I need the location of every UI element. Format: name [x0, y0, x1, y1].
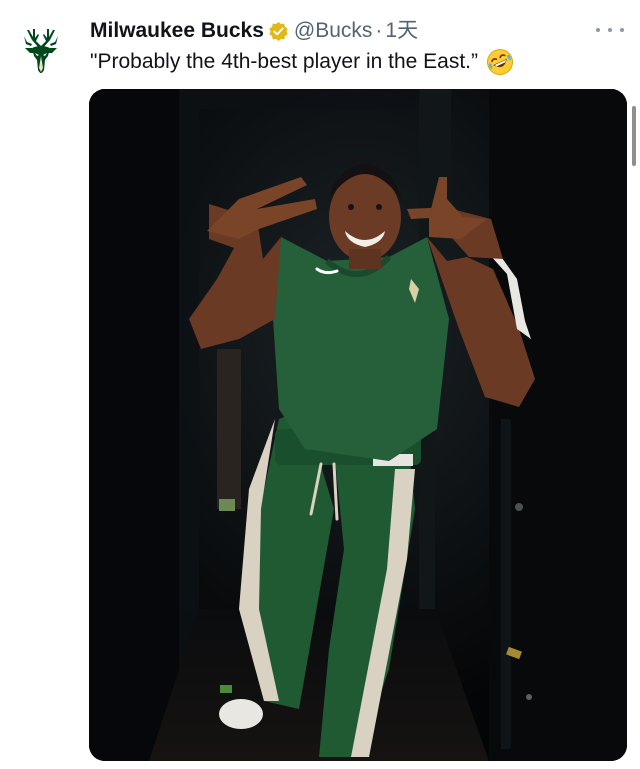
more-dot	[620, 28, 624, 32]
separator-dot: ·	[375, 19, 383, 42]
timestamp[interactable]: 1天	[385, 18, 418, 44]
more-dot	[596, 28, 600, 32]
rolling-laughing-emoji-icon	[486, 48, 514, 76]
more-options-icon[interactable]	[596, 20, 624, 40]
player-photo-illustration	[89, 89, 627, 761]
scrollbar[interactable]	[632, 106, 636, 166]
tweet-header: Milwaukee Bucks @Bucks · 1天	[90, 18, 418, 44]
tweet-text: "Probably the 4th-best player in the Eas…	[90, 48, 514, 76]
avatar[interactable]	[14, 26, 68, 80]
user-handle[interactable]: @Bucks	[294, 18, 373, 44]
tweet-card[interactable]: Milwaukee Bucks @Bucks · 1天 "Probably th…	[0, 0, 640, 769]
verified-badge-icon	[268, 21, 289, 42]
tweet-text-content: "Probably the 4th-best player in the Eas…	[90, 50, 478, 73]
bucks-deer-logo-icon	[24, 29, 58, 73]
display-name[interactable]: Milwaukee Bucks	[90, 18, 264, 44]
more-dot	[608, 28, 612, 32]
tweet-photo[interactable]	[89, 89, 627, 761]
